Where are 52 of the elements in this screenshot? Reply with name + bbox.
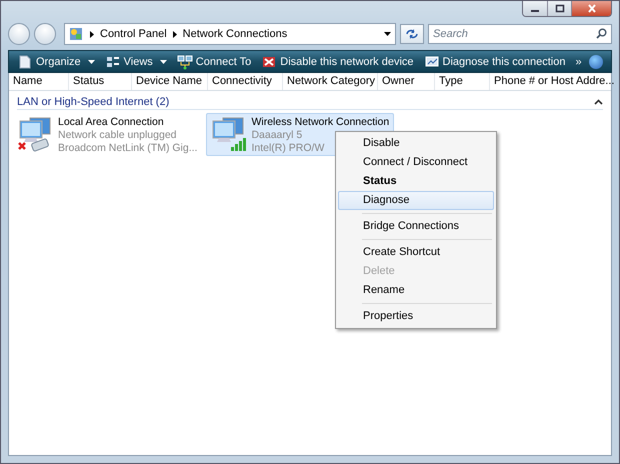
toolbar-button[interactable]: Diagnose this connection	[420, 52, 570, 71]
column-header[interactable]: Device Name	[132, 73, 208, 90]
column-header[interactable]: Phone # or Host Addre...	[490, 73, 618, 90]
menu-item[interactable]: Bridge Connections	[338, 217, 494, 236]
back-button[interactable]	[8, 23, 30, 45]
close-icon	[586, 4, 596, 13]
page-icon	[17, 54, 33, 70]
column-header[interactable]: Type	[435, 73, 490, 90]
maximize-icon	[554, 4, 564, 13]
breadcrumb-item[interactable]: Control Panel	[100, 28, 167, 40]
menu-item[interactable]: Diagnose	[338, 191, 494, 210]
control-panel-icon	[68, 26, 84, 42]
diagnose-icon	[424, 54, 440, 70]
group-header: LAN or High-Speed Internet (2)	[17, 96, 170, 108]
breadcrumb-arrow-icon	[172, 30, 177, 38]
caret-icon	[160, 60, 167, 64]
connection-name: Local Area Connection	[58, 116, 165, 128]
caret-icon	[88, 60, 95, 64]
maximize-button[interactable]	[547, 1, 571, 16]
column-header[interactable]: Owner	[378, 73, 435, 90]
breadcrumb-arrow-icon	[90, 30, 94, 38]
address-bar[interactable]: Control Panel Network Connections	[64, 23, 396, 45]
minimize-button[interactable]	[523, 1, 547, 16]
menu-item[interactable]: Status	[338, 172, 494, 191]
close-button[interactable]	[571, 1, 611, 16]
search-field[interactable]: Search	[428, 24, 612, 44]
connection-item[interactable]: Local Area Connection Network cable unplugged Broadcom NetLink (TM) Gig...	[13, 113, 202, 156]
menu-item[interactable]: Create Shortcut	[338, 243, 494, 262]
device-name: Broadcom NetLink (TM) Gig...	[58, 142, 198, 154]
forward-button[interactable]	[34, 23, 56, 45]
network-icon	[176, 54, 193, 70]
menu-item[interactable]: Properties	[338, 307, 494, 326]
collapse-icon[interactable]	[594, 99, 603, 105]
help-icon[interactable]	[589, 54, 603, 68]
connection-status: Daaaaryl 5	[251, 129, 304, 141]
refresh-icon	[405, 28, 419, 40]
column-header[interactable]: Name	[9, 73, 69, 90]
toolbar-button[interactable]: Disable this network device	[257, 52, 418, 71]
toolbar-button[interactable]: Connect To	[172, 52, 256, 71]
column-header[interactable]: Status	[69, 73, 132, 90]
connection-name: Wireless Network Connection	[251, 116, 390, 128]
toolbar-button[interactable]: Views	[100, 52, 171, 71]
menu-item[interactable]: Rename	[338, 281, 494, 300]
more-button[interactable]: »	[571, 52, 586, 71]
menu-item[interactable]: Connect / Disconnect	[338, 153, 494, 172]
breadcrumb-item[interactable]: Network Connections	[182, 28, 288, 40]
search-icon	[596, 28, 607, 39]
toolbar-button[interactable]: Organize	[13, 52, 99, 71]
connection-status: Network cable unplugged	[58, 129, 178, 141]
column-header[interactable]: Network Category	[283, 73, 378, 90]
column-header[interactable]: Connectivity	[208, 73, 283, 90]
refresh-button[interactable]	[400, 24, 424, 44]
